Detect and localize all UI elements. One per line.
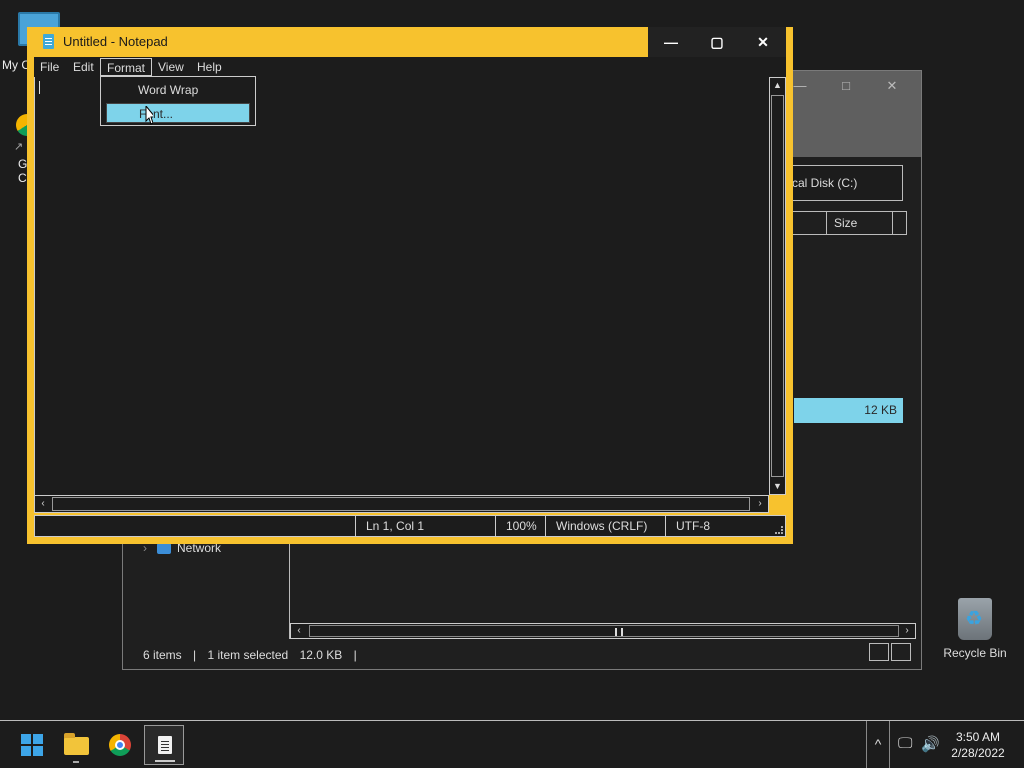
menu-view[interactable]: View xyxy=(152,58,190,76)
menu-help[interactable]: Help xyxy=(191,58,228,76)
status-item-count: 6 items xyxy=(143,648,182,662)
folder-icon xyxy=(64,733,89,755)
text-caret xyxy=(39,81,40,94)
running-indicator xyxy=(73,761,79,763)
taskbar: ^ 🖵 🔊 3:50 AM 2/28/2022 xyxy=(0,720,1024,768)
window-title: Untitled - Notepad xyxy=(63,34,168,49)
format-dropdown-menu: Word Wrap Font... xyxy=(100,76,256,126)
close-button[interactable]: ✕ xyxy=(740,27,786,57)
column-separator[interactable] xyxy=(826,212,827,234)
text-editor-area[interactable] xyxy=(34,77,769,495)
menu-bar: File Edit Format View Help xyxy=(34,57,786,77)
notepad-app-icon xyxy=(43,34,54,49)
column-size-header[interactable]: Size xyxy=(834,216,857,230)
active-indicator xyxy=(155,760,175,762)
shortcut-arrow-icon: ↗ xyxy=(14,141,24,153)
recycle-bin-icon xyxy=(958,598,992,640)
menu-file[interactable]: File xyxy=(34,58,65,76)
menu-edit[interactable]: Edit xyxy=(67,58,100,76)
recycle-bin-label: Recycle Bin xyxy=(943,646,1007,660)
notepad-icon xyxy=(158,736,172,754)
scroll-right-icon[interactable]: › xyxy=(899,624,915,638)
status-zoom: 100% xyxy=(495,516,545,536)
taskbar-chrome[interactable] xyxy=(100,725,140,765)
view-toggle xyxy=(867,643,911,664)
scroll-grip-icon xyxy=(615,628,623,636)
details-view-icon[interactable] xyxy=(869,643,889,661)
scroll-down-icon[interactable]: ▼ xyxy=(770,479,785,494)
maximize-button[interactable]: ▢ xyxy=(694,27,740,57)
menu-format[interactable]: Format xyxy=(100,58,153,76)
large-icons-view-icon[interactable] xyxy=(891,643,911,661)
vertical-scroll-track[interactable] xyxy=(771,95,784,477)
explorer-selected-file-row[interactable]: 12 KB xyxy=(794,398,903,423)
status-line-ending: Windows (CRLF) xyxy=(545,516,665,536)
network-status-icon[interactable]: 🖵 xyxy=(898,735,912,752)
status-size: 12.0 KB xyxy=(299,648,343,662)
system-clock[interactable]: 3:50 AM 2/28/2022 xyxy=(940,729,1016,761)
start-button[interactable] xyxy=(12,725,52,765)
horizontal-scroll-track[interactable] xyxy=(52,497,750,511)
status-separator: | xyxy=(353,648,357,662)
resize-grip-icon[interactable] xyxy=(775,526,783,534)
scroll-left-icon[interactable]: ‹ xyxy=(291,624,307,638)
vertical-scrollbar[interactable]: ▲ ▼ xyxy=(769,77,786,495)
clock-date: 2/28/2022 xyxy=(951,746,1005,760)
minimize-button[interactable]: — xyxy=(648,27,694,57)
recycle-bin[interactable]: Recycle Bin xyxy=(940,598,1010,660)
status-encoding: UTF-8 xyxy=(665,516,775,536)
explorer-close-button[interactable]: ✕ xyxy=(869,71,915,101)
notepad-titlebar[interactable]: Untitled - Notepad — ▢ ✕ xyxy=(27,27,793,57)
windows-logo-icon xyxy=(21,734,43,756)
status-separator: | xyxy=(193,648,197,662)
scroll-right-icon[interactable]: › xyxy=(752,496,768,512)
menu-item-font[interactable]: Font... xyxy=(106,103,250,123)
scroll-left-icon[interactable]: ‹ xyxy=(35,496,51,512)
status-bar: Ln 1, Col 1 100% Windows (CRLF) UTF-8 xyxy=(34,515,786,537)
status-selection: 1 item selected xyxy=(207,648,289,662)
explorer-status-bar: 6 items | 1 item selected 12.0 KB | xyxy=(123,641,921,669)
my-computer-label[interactable]: My C xyxy=(2,58,30,72)
volume-icon[interactable]: 🔊 xyxy=(921,735,940,753)
taskbar-notepad[interactable] xyxy=(144,725,184,765)
network-icon xyxy=(157,543,171,555)
menu-item-word-wrap[interactable]: Word Wrap xyxy=(106,80,250,100)
clock-time: 3:50 AM xyxy=(955,730,1001,744)
scroll-up-icon[interactable]: ▲ xyxy=(770,78,785,93)
chrome-icon xyxy=(109,734,131,756)
explorer-maximize-button[interactable]: □ xyxy=(823,71,869,101)
status-cursor-position: Ln 1, Col 1 xyxy=(355,516,495,536)
taskbar-file-explorer[interactable] xyxy=(56,725,96,765)
show-hidden-icons-button[interactable]: ^ xyxy=(866,721,890,768)
column-separator[interactable] xyxy=(892,212,893,234)
scroll-thumb[interactable] xyxy=(309,625,899,637)
explorer-horizontal-scrollbar[interactable]: ‹ › xyxy=(290,623,916,639)
horizontal-scrollbar[interactable]: ‹ › xyxy=(34,495,769,513)
